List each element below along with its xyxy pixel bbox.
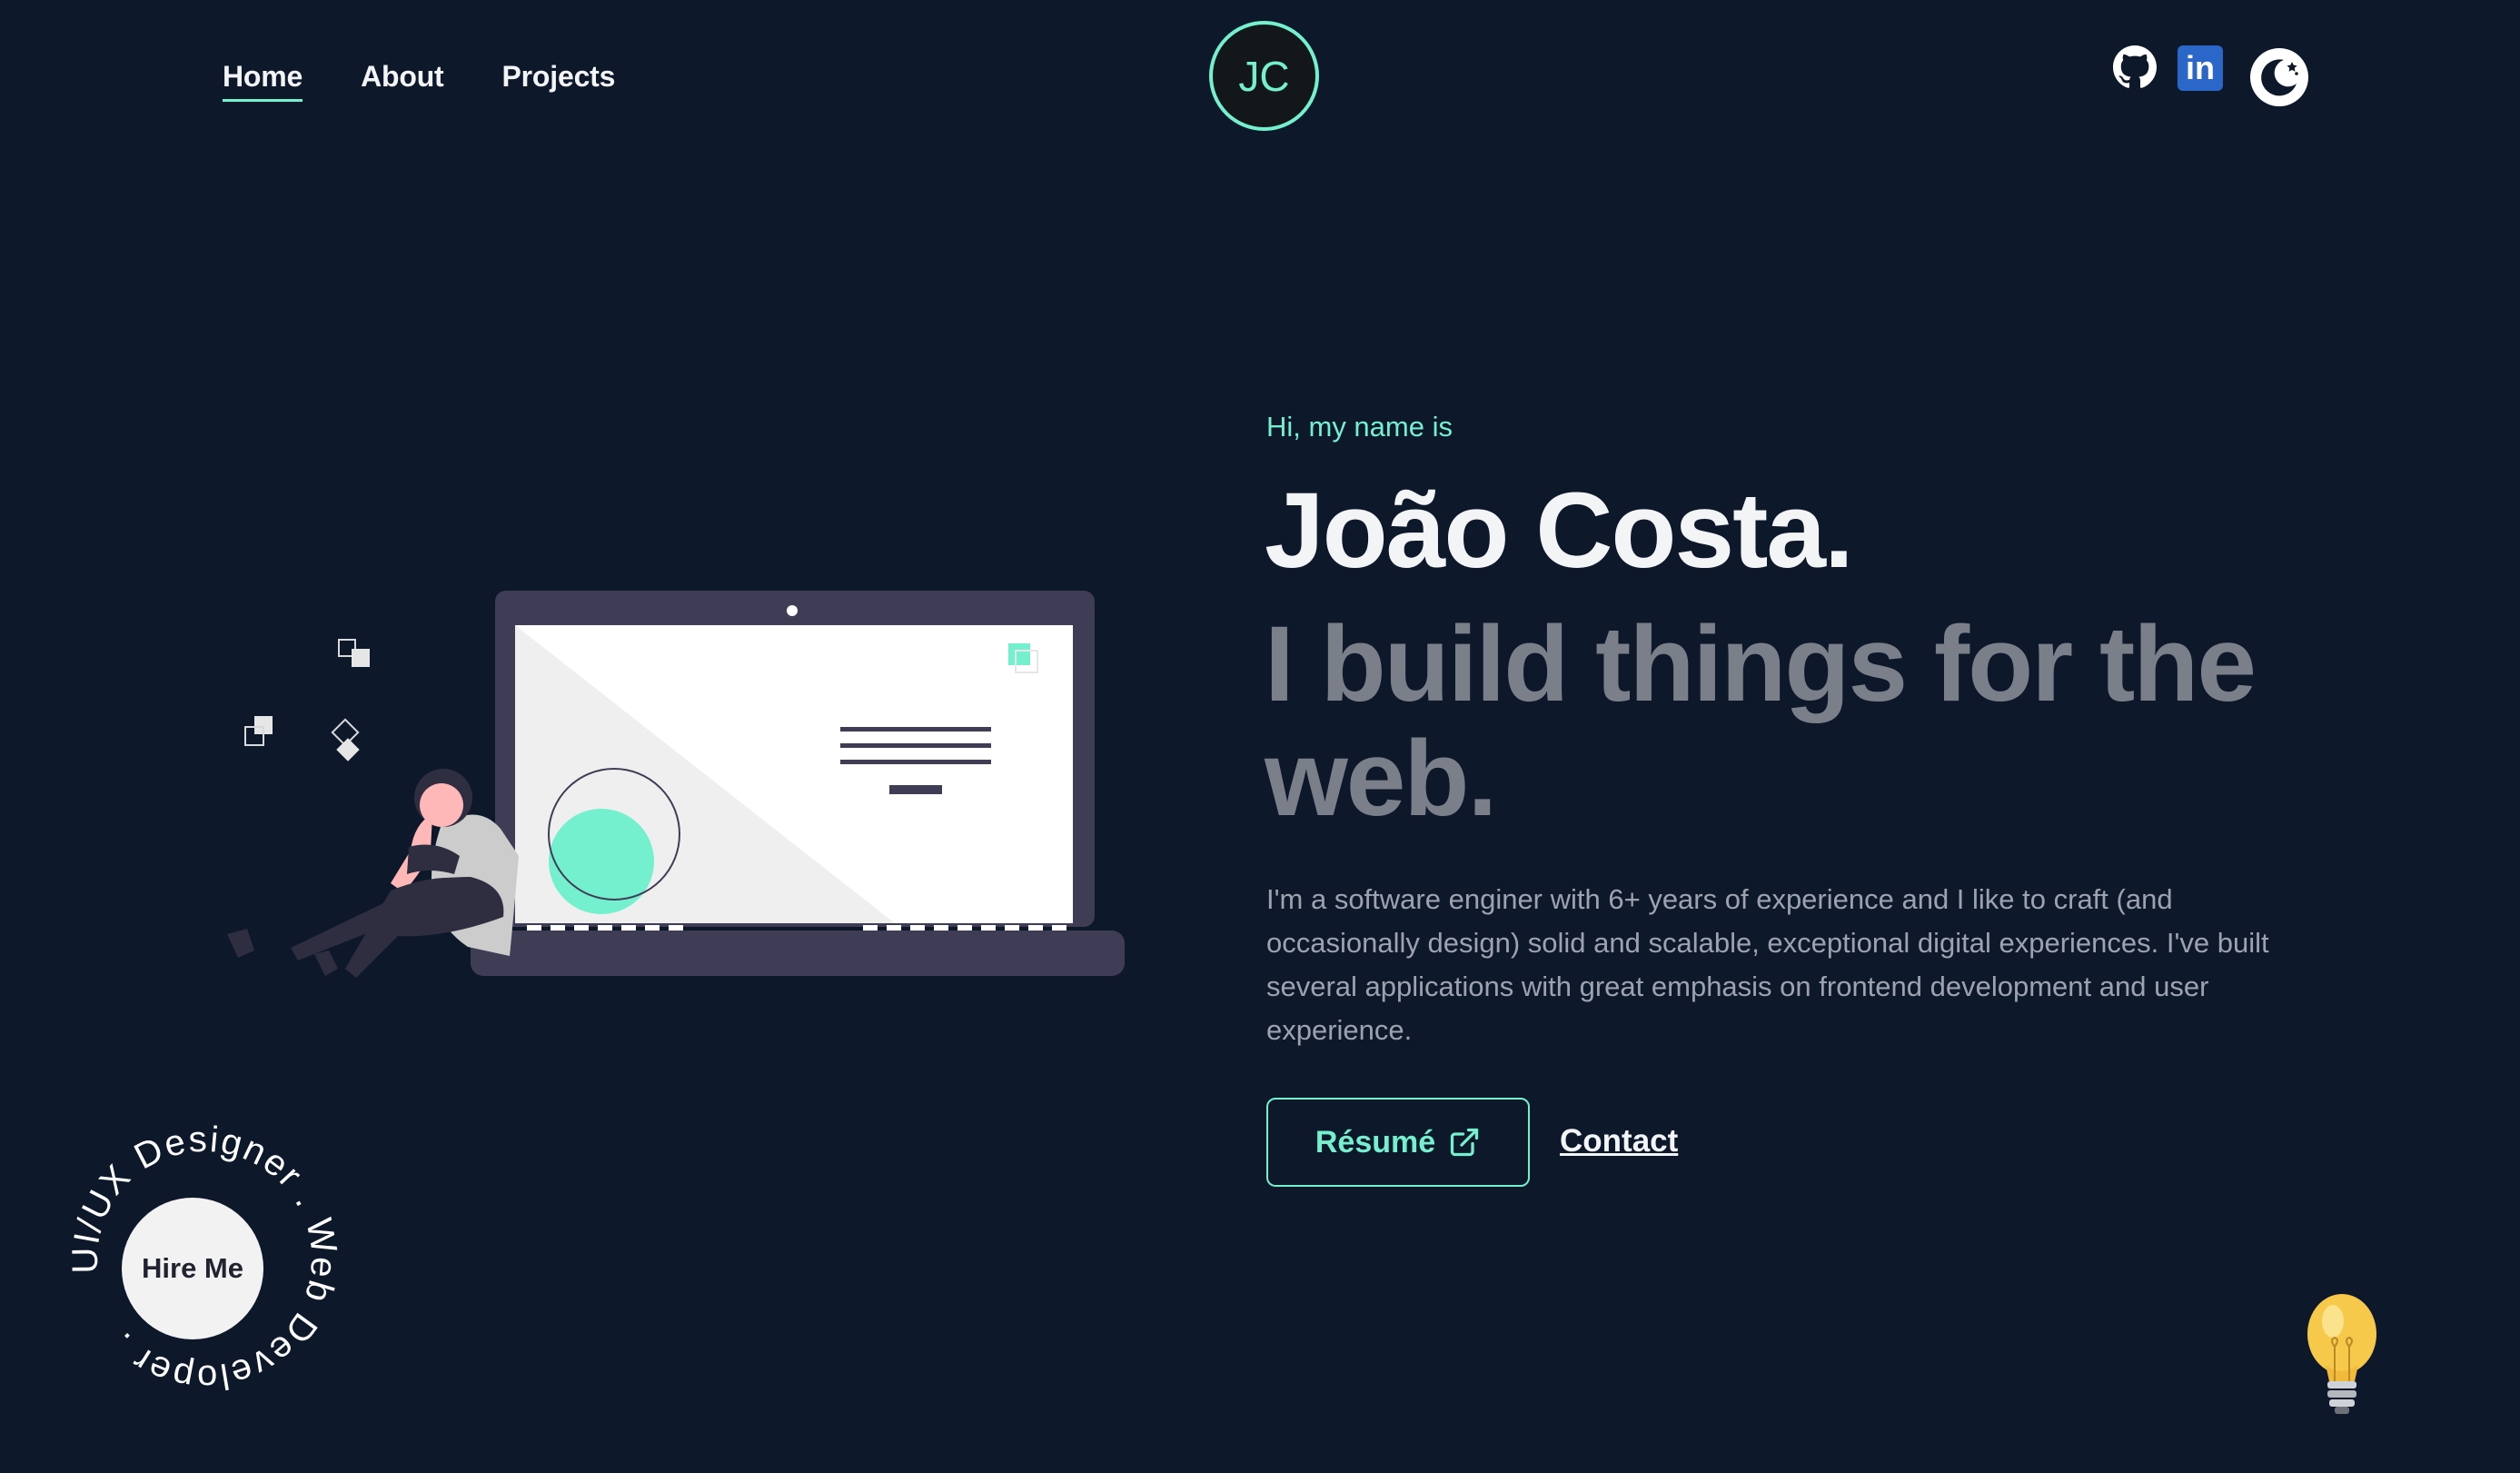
main-nav: Home About Projects	[223, 60, 615, 102]
github-icon[interactable]	[2113, 45, 2157, 89]
linkedin-label: in	[2186, 49, 2215, 86]
hero-tagline: I build things for the web.	[1265, 604, 2257, 839]
hero-name: João Costa.	[1265, 471, 1854, 591]
hero-illustration	[227, 591, 1125, 978]
contact-link[interactable]: Contact	[1560, 1123, 1678, 1159]
nav-home[interactable]: Home	[223, 60, 303, 102]
external-link-icon	[1450, 1128, 1479, 1157]
lightbulb-icon[interactable]	[2302, 1290, 2382, 1418]
resume-label: Résumé	[1315, 1124, 1436, 1159]
person-figure	[227, 769, 519, 978]
theme-toggle[interactable]	[2249, 47, 2309, 107]
hero-description: I'm a software enginer with 6+ years of …	[1266, 883, 2269, 1046]
greeting: Hi, my name is	[1266, 411, 1453, 443]
hire-me-button[interactable]: Hire Me	[122, 1198, 263, 1339]
nav-about[interactable]: About	[361, 60, 444, 102]
nav-projects[interactable]: Projects	[502, 60, 616, 102]
moon-icon	[2250, 48, 2308, 106]
logo[interactable]: JC	[1209, 21, 1319, 131]
linkedin-icon[interactable]: in	[2178, 45, 2223, 91]
resume-button[interactable]: Résumé	[1266, 1098, 1530, 1187]
floating-shapes-decoration	[244, 639, 370, 761]
